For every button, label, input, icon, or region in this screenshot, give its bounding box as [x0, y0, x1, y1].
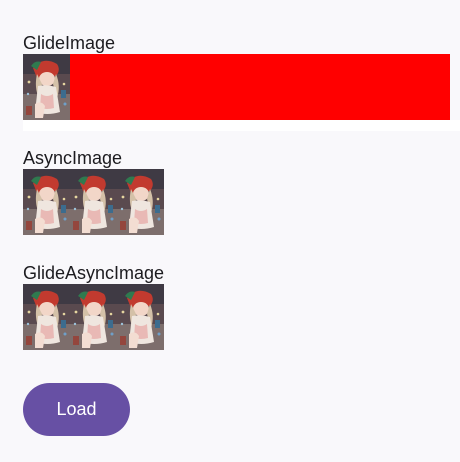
glide-image-row	[23, 54, 450, 120]
anime-girl-image	[70, 169, 117, 235]
anime-girl-image	[70, 284, 117, 350]
glide-async-image-title: GlideAsyncImage	[23, 263, 165, 283]
anime-girl-image	[117, 169, 164, 235]
load-button[interactable]: Load	[23, 383, 130, 436]
row-divider	[23, 120, 460, 131]
anime-girl-image	[117, 284, 164, 350]
glide-async-image-row	[23, 284, 164, 350]
anime-girl-image	[23, 284, 70, 350]
anime-girl-image	[23, 169, 70, 235]
error-placeholder	[70, 54, 450, 120]
glide-image-title: GlideImage	[23, 33, 116, 53]
async-image-title: AsyncImage	[23, 148, 123, 168]
async-image-row	[23, 169, 164, 235]
anime-girl-image	[23, 54, 70, 120]
